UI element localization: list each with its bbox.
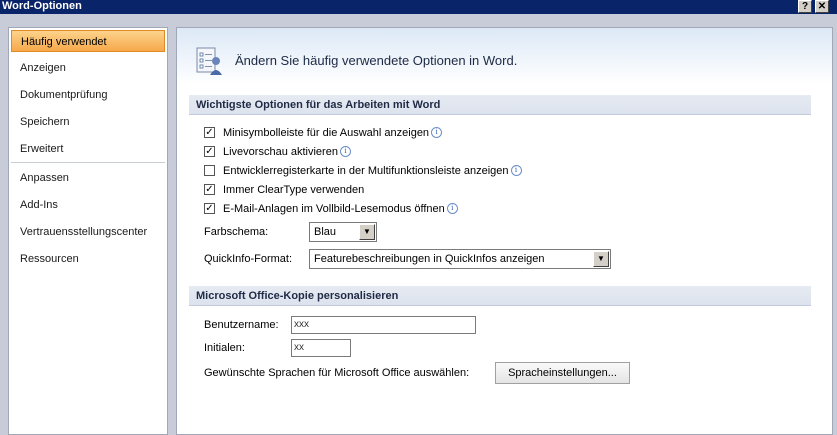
- username-field[interactable]: xxx: [291, 316, 476, 334]
- initials-field[interactable]: xx: [291, 339, 351, 357]
- chevron-down-icon[interactable]: ▼: [593, 251, 609, 267]
- option-cleartype[interactable]: ✓ Immer ClearType verwenden: [204, 182, 364, 198]
- option-label: Entwicklerregisterkarte in der Multifunk…: [223, 165, 509, 177]
- checkbox-email-attachments[interactable]: ✓: [204, 202, 215, 214]
- option-email-attachments[interactable]: ✓ E-Mail-Anlagen im Vollbild-Lesemodus öf…: [204, 201, 458, 217]
- option-developer-tab[interactable]: Entwicklerregisterkarte in der Multifunk…: [204, 163, 522, 179]
- sidebar-item-haeufig-verwendet[interactable]: Häufig verwendet: [11, 30, 165, 52]
- color-scheme-select[interactable]: Blau ▼: [309, 222, 377, 242]
- sidebar-item-vertrauensstellungscenter[interactable]: Vertrauensstellungscenter: [11, 221, 165, 243]
- languages-label: Gewünschte Sprachen für Microsoft Office…: [204, 367, 470, 379]
- checkbox-developer-tab[interactable]: [204, 164, 215, 176]
- header-title: Ändern Sie häufig verwendete Optionen in…: [235, 53, 518, 68]
- checkbox-cleartype[interactable]: ✓: [204, 183, 215, 195]
- quickinfo-value: Featurebeschreibungen in QuickInfos anze…: [314, 253, 545, 265]
- options-icon: [196, 47, 222, 75]
- sidebar: Häufig verwendet Anzeigen Dokumentprüfun…: [8, 27, 168, 435]
- checkbox-livepreview[interactable]: ✓: [204, 145, 215, 157]
- help-button[interactable]: ?: [798, 0, 812, 13]
- sidebar-item-ressourcen[interactable]: Ressourcen: [11, 248, 165, 270]
- language-settings-button[interactable]: Spracheinstellungen...: [495, 362, 630, 384]
- chevron-down-icon[interactable]: ▼: [359, 224, 375, 240]
- info-icon[interactable]: i: [339, 145, 351, 157]
- option-livepreview[interactable]: ✓ Livevorschau aktivieren i: [204, 144, 351, 160]
- sidebar-separator: [11, 162, 165, 163]
- sidebar-item-anpassen[interactable]: Anpassen: [11, 167, 165, 189]
- header-band: Ändern Sie häufig verwendete Optionen in…: [177, 28, 832, 84]
- color-scheme-value: Blau: [314, 226, 337, 238]
- section-title-personalize: Microsoft Office-Kopie personalisieren: [189, 286, 811, 306]
- close-button[interactable]: ✕: [815, 0, 829, 13]
- option-minitoolbar[interactable]: ✓ Minisymbolleiste für die Auswahl anzeig…: [204, 125, 443, 141]
- option-label: Livevorschau aktivieren: [223, 146, 338, 158]
- option-label: Minisymbolleiste für die Auswahl anzeige…: [223, 127, 430, 139]
- section-title-main-options: Wichtigste Optionen für das Arbeiten mit…: [189, 95, 811, 115]
- quickinfo-label: QuickInfo-Format:: [204, 253, 293, 265]
- dialog-frame: Häufig verwendet Anzeigen Dokumentprüfun…: [0, 14, 837, 435]
- info-icon[interactable]: i: [510, 164, 522, 176]
- info-icon[interactable]: i: [431, 126, 443, 138]
- info-icon[interactable]: i: [446, 202, 458, 214]
- window-title: Word-Optionen: [2, 0, 82, 12]
- username-label: Benutzername:: [204, 319, 279, 331]
- initials-label: Initialen:: [204, 342, 245, 354]
- sidebar-item-dokumentpruefung[interactable]: Dokumentprüfung: [11, 84, 165, 106]
- checkbox-minitoolbar[interactable]: ✓: [204, 126, 215, 138]
- sidebar-item-add-ins[interactable]: Add-Ins: [11, 194, 165, 216]
- color-scheme-label: Farbschema:: [204, 226, 269, 238]
- title-bar: Word-Optionen ? ✕: [0, 0, 837, 14]
- sidebar-item-anzeigen[interactable]: Anzeigen: [11, 57, 165, 79]
- content-panel: Ändern Sie häufig verwendete Optionen in…: [176, 27, 833, 435]
- option-label: Immer ClearType verwenden: [223, 184, 365, 196]
- sidebar-item-speichern[interactable]: Speichern: [11, 111, 165, 133]
- option-label: E-Mail-Anlagen im Vollbild-Lesemodus öff…: [223, 203, 445, 215]
- sidebar-item-erweitert[interactable]: Erweitert: [11, 138, 165, 160]
- quickinfo-select[interactable]: Featurebeschreibungen in QuickInfos anze…: [309, 249, 611, 269]
